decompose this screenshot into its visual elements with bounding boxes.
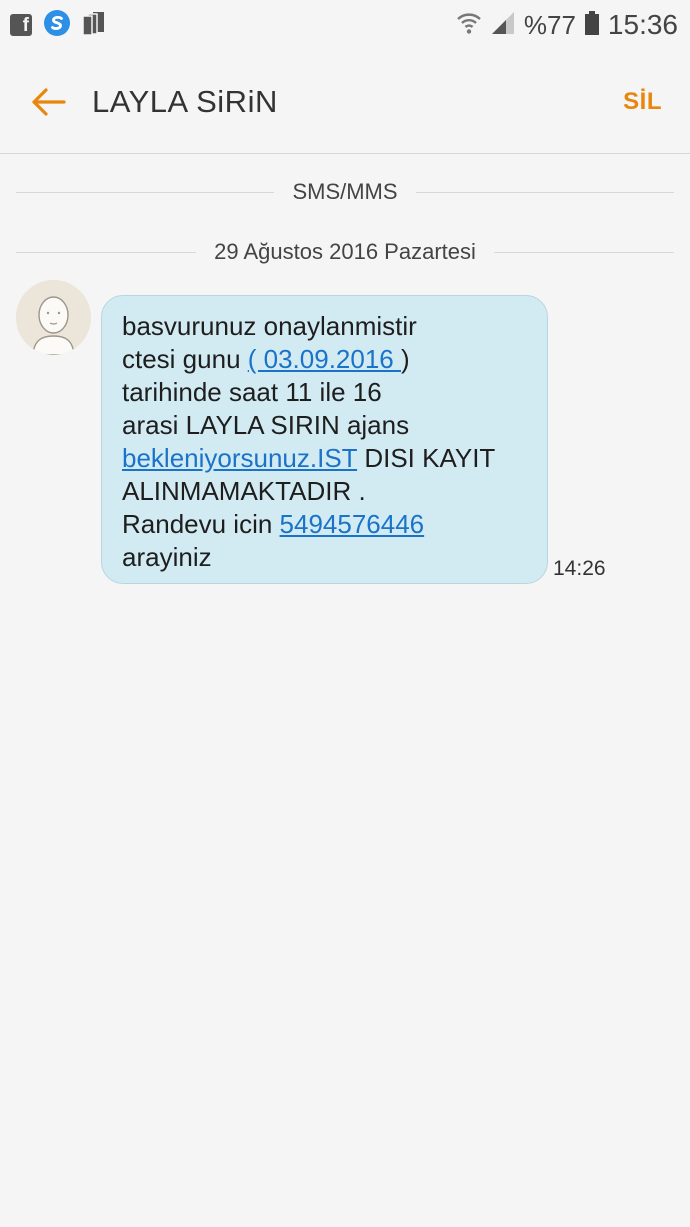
- web-link[interactable]: bekleniyorsunuz.IST: [122, 443, 357, 473]
- message-line: basvurunuz onaylanmistir: [122, 310, 531, 343]
- arrow-left-icon: [32, 87, 66, 116]
- date-link[interactable]: ( 03.09.2016: [248, 344, 401, 374]
- cards-icon: [82, 10, 106, 41]
- channel-label: SMS/MMS: [292, 179, 398, 204]
- message-line: arasi LAYLA SIRIN ajans: [122, 409, 531, 442]
- message-text: ): [400, 344, 410, 374]
- divider-line: [16, 251, 197, 253]
- message-text: arayiniz: [122, 542, 212, 572]
- app-bar: LAYLA SiRiN SİL: [0, 50, 690, 154]
- message-text: ALINMAMAKTADIR .: [122, 476, 366, 506]
- contact-avatar[interactable]: [16, 280, 91, 355]
- message-text: basvurunuz onaylanmistir: [122, 311, 417, 341]
- system-status: %77 15:36: [456, 9, 678, 41]
- message-text: Randevu icin: [122, 509, 280, 539]
- delete-button[interactable]: SİL: [623, 88, 662, 116]
- channel-divider: SMS/MMS: [16, 177, 674, 207]
- message-bubble[interactable]: basvurunuz onaylanmistir ctesi gunu ( 03…: [101, 295, 548, 584]
- divider-line: [493, 251, 675, 253]
- back-button[interactable]: [18, 72, 78, 132]
- message-text: ctesi gunu: [122, 344, 248, 374]
- divider-line: [16, 191, 275, 193]
- message-line: arayiniz: [122, 541, 531, 574]
- message-text: DISI KAYIT: [357, 443, 496, 473]
- person-icon: [16, 280, 91, 355]
- message-line: tarihinde saat 11 ile 16: [122, 376, 531, 409]
- notification-icons: f: [10, 8, 106, 43]
- divider-line: [415, 191, 674, 193]
- message-line: bekleniyorsunuz.IST DISI KAYIT: [122, 442, 531, 475]
- status-bar: f %77 15:36: [0, 0, 690, 50]
- contact-title: LAYLA SiRiN: [92, 83, 278, 119]
- clock: 15:36: [607, 9, 678, 40]
- skype-icon: [42, 8, 72, 43]
- message-time: 14:26: [553, 557, 606, 580]
- date-label: 29 Ağustos 2016 Pazartesi: [214, 239, 476, 264]
- phone-link[interactable]: 5494576446: [280, 509, 425, 539]
- message-text: arasi LAYLA SIRIN ajans: [122, 410, 410, 440]
- date-divider: 29 Ağustos 2016 Pazartesi: [16, 237, 675, 267]
- signal-icon: [490, 10, 516, 41]
- battery-percent: %77: [523, 9, 576, 40]
- message-text: tarihinde saat 11 ile 16: [122, 377, 382, 407]
- message-line: ALINMAMAKTADIR .: [122, 475, 531, 508]
- message-line: ctesi gunu ( 03.09.2016 ): [122, 343, 531, 376]
- message-line: Randevu icin 5494576446: [122, 508, 531, 541]
- battery-icon: [584, 10, 600, 41]
- wifi-icon: [456, 10, 482, 41]
- facebook-icon: f: [10, 14, 32, 36]
